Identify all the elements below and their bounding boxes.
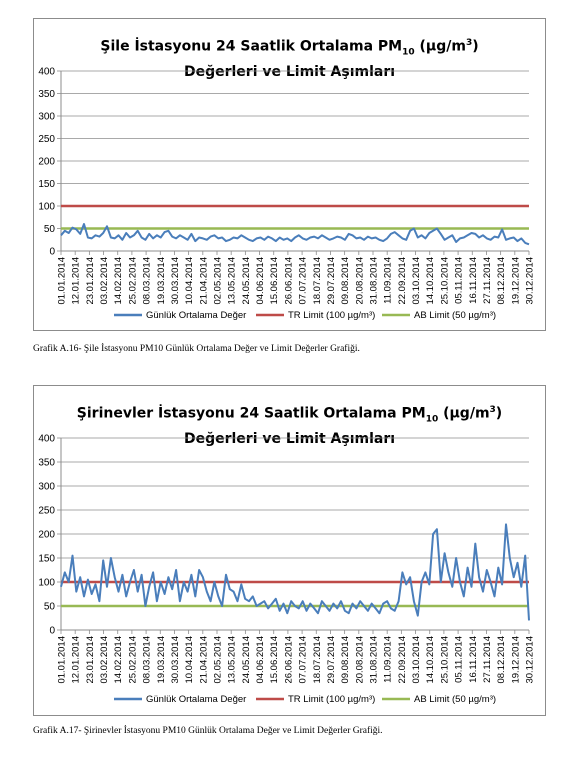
x-tick-label: 20.08.2014 <box>354 636 365 684</box>
x-tick-label: 07.07.2014 <box>298 636 309 684</box>
x-tick-label: 15.06.2014 <box>269 257 280 305</box>
y-tick-label: 200 <box>38 530 55 541</box>
daily-series-line <box>60 223 530 246</box>
x-tick-label: 18.07.2014 <box>312 257 323 305</box>
x-tick-label: 13.05.2014 <box>227 257 238 305</box>
x-tick-label: 08.12.2014 <box>496 257 507 305</box>
x-tick-label: 01.01.2014 <box>57 257 68 305</box>
figure-caption: Grafik A.16- Şile İstasyonu PM10 Günlük … <box>33 344 360 354</box>
legend-daily-label: Günlük Ortalama Değer <box>146 310 246 321</box>
x-tick-label: 12.01.2014 <box>71 257 82 305</box>
x-tick-label: 19.03.2014 <box>156 257 167 305</box>
x-tick-label: 09.08.2014 <box>340 636 351 684</box>
x-tick-label: 08.03.2014 <box>142 636 153 684</box>
y-tick-label: 350 <box>38 89 55 100</box>
y-tick-label: 250 <box>38 506 55 517</box>
x-tick-label: 27.11.2014 <box>482 257 493 304</box>
x-tick-label: 31.08.2014 <box>369 257 380 305</box>
x-tick-label: 24.05.2014 <box>241 636 252 684</box>
x-tick-label: 30.03.2014 <box>170 257 181 305</box>
x-tick-label: 08.12.2014 <box>496 636 507 684</box>
x-tick-label: 30.03.2014 <box>170 636 181 684</box>
y-tick-label: 0 <box>49 247 55 258</box>
x-tick-label: 25.02.2014 <box>127 636 138 684</box>
x-tick-label: 10.04.2014 <box>184 257 195 305</box>
x-tick-label: 29.07.2014 <box>326 257 337 305</box>
x-tick-label: 11.09.2014 <box>383 636 394 683</box>
chart-sirinevler: Şirinevler İstasyonu 24 Saatlik Ortalama… <box>33 385 546 716</box>
y-tick-label: 350 <box>38 458 55 469</box>
x-tick-label: 19.03.2014 <box>156 636 167 684</box>
x-tick-label: 05.11.2014 <box>454 636 465 683</box>
x-tick-label: 25.02.2014 <box>127 257 138 305</box>
x-tick-label: 16.11.2014 <box>468 636 479 683</box>
x-tick-label: 09.08.2014 <box>340 257 351 305</box>
x-tick-label: 20.08.2014 <box>354 257 365 305</box>
chart-plot-sirinevler: 0 50 100 150 200 250 300 350 400 01.01.2014 12.01.… <box>38 434 536 706</box>
legend-tr-limit-label: TR Limit (100 µg/m³) <box>288 694 375 705</box>
x-tick-label: 03.02.2014 <box>99 257 110 305</box>
x-tick-label: 08.03.2014 <box>142 257 153 305</box>
legend-tr-limit-label: TR Limit (100 µg/m³) <box>288 310 375 321</box>
x-tick-label: 22.09.2014 <box>397 636 408 684</box>
x-tick-label: 04.06.2014 <box>255 636 266 684</box>
y-tick-label: 100 <box>38 578 55 589</box>
x-tick-label: 26.06.2014 <box>283 636 294 684</box>
legend-ab-limit-label: AB Limit (50 µg/m³) <box>414 694 496 705</box>
x-tick-label: 25.10.2014 <box>439 257 450 305</box>
x-tick-label: 25.10.2014 <box>439 636 450 684</box>
y-tick-label: 300 <box>38 112 55 123</box>
x-tick-label: 04.06.2014 <box>255 257 266 305</box>
x-tick-label: 21.04.2014 <box>198 257 209 305</box>
x-tick-label: 14.10.2014 <box>425 636 436 684</box>
x-tick-label: 03.10.2014 <box>411 257 422 305</box>
y-tick-label: 150 <box>38 554 55 565</box>
x-tick-label: 22.09.2014 <box>397 257 408 305</box>
x-tick-label: 27.11.2014 <box>482 636 493 683</box>
x-tick-label: 14.02.2014 <box>113 257 124 305</box>
x-tick-label: 30.12.2014 <box>525 636 536 684</box>
x-tick-label: 23.01.2014 <box>85 636 96 684</box>
x-tick-label: 18.07.2014 <box>312 636 323 684</box>
x-tick-label: 24.05.2014 <box>241 257 252 305</box>
x-tick-label: 02.05.2014 <box>213 257 224 305</box>
x-tick-label: 21.04.2014 <box>198 636 209 684</box>
y-tick-label: 300 <box>38 482 55 493</box>
x-tick-label: 02.05.2014 <box>213 636 224 684</box>
x-tick-label: 19.12.2014 <box>510 636 521 684</box>
x-tick-label: 11.09.2014 <box>383 257 394 304</box>
y-tick-label: 400 <box>38 67 55 78</box>
x-tick-label: 12.01.2014 <box>71 636 82 684</box>
y-tick-label: 200 <box>38 157 55 168</box>
x-tick-label: 29.07.2014 <box>326 636 337 684</box>
x-tick-label: 03.10.2014 <box>411 636 422 684</box>
chart-sile: Şile İstasyonu 24 Saatlik Ortalama PM10 … <box>33 18 546 331</box>
y-tick-label: 100 <box>38 202 55 213</box>
x-tick-label: 07.07.2014 <box>298 257 309 305</box>
x-tick-label: 03.02.2014 <box>99 636 110 684</box>
y-tick-label: 50 <box>44 602 56 613</box>
x-tick-label: 14.02.2014 <box>113 636 124 684</box>
x-tick-label: 01.01.2014 <box>57 636 68 684</box>
y-tick-label: 250 <box>38 134 55 145</box>
x-tick-label: 26.06.2014 <box>283 257 294 305</box>
x-tick-label: 19.12.2014 <box>510 257 521 305</box>
x-tick-label: 30.12.2014 <box>525 257 536 305</box>
figure-caption: Grafik A.17- Şirinevler İstasyonu PM10 G… <box>33 726 383 736</box>
legend-ab-limit-label: AB Limit (50 µg/m³) <box>414 310 496 321</box>
x-tick-label: 16.11.2014 <box>468 257 479 304</box>
x-tick-label: 10.04.2014 <box>184 636 195 684</box>
x-tick-label: 23.01.2014 <box>85 257 96 305</box>
y-tick-label: 50 <box>44 224 56 235</box>
x-tick-label: 13.05.2014 <box>227 636 238 684</box>
x-tick-label: 05.11.2014 <box>454 257 465 304</box>
y-tick-label: 150 <box>38 179 55 190</box>
chart-plot-sile: 0 50 100 150 200 250 300 350 400 01.01.2014 12.01.… <box>38 67 536 322</box>
y-tick-label: 400 <box>38 434 55 445</box>
legend-daily-label: Günlük Ortalama Değer <box>146 694 246 705</box>
y-tick-label: 0 <box>49 626 55 637</box>
x-tick-label: 14.10.2014 <box>425 257 436 305</box>
x-tick-label: 31.08.2014 <box>369 636 380 684</box>
x-tick-label: 15.06.2014 <box>269 636 280 684</box>
